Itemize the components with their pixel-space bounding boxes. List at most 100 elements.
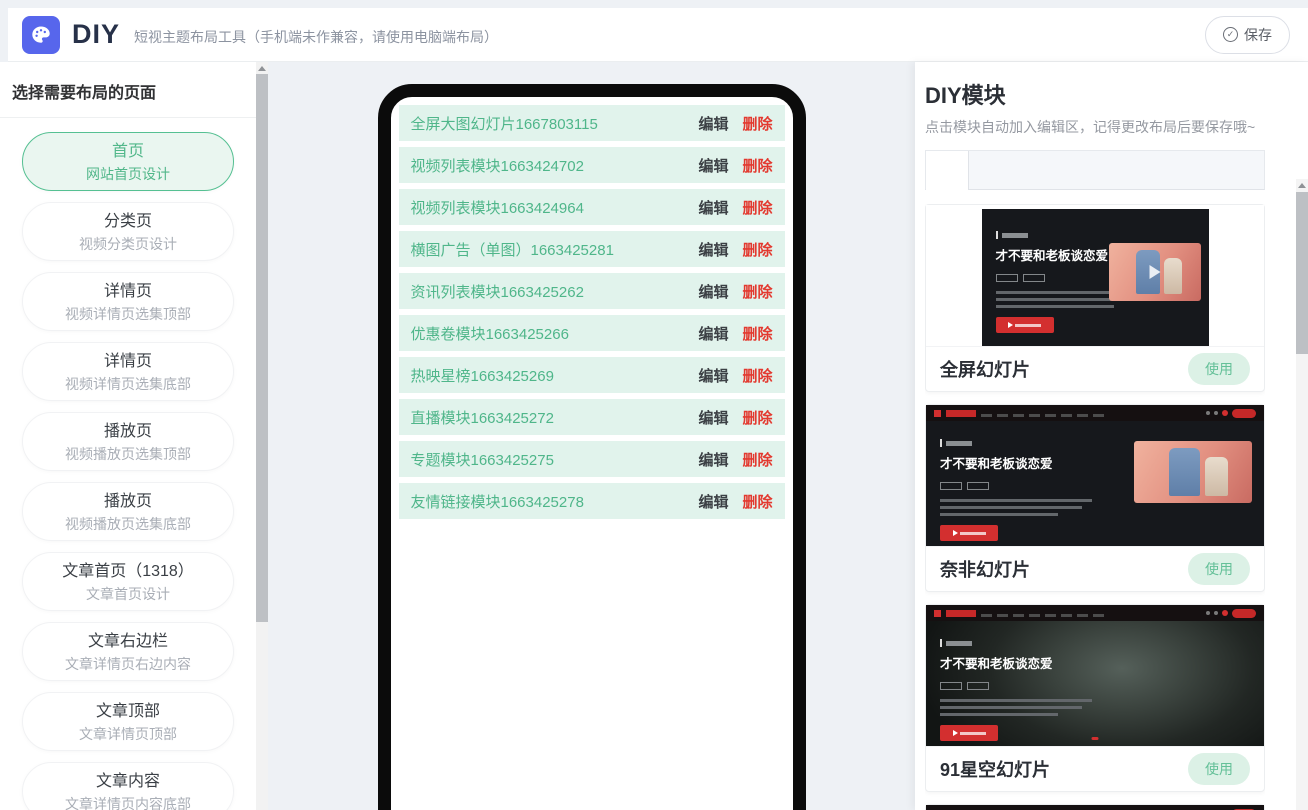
edit-link[interactable]: 编辑: [698, 155, 728, 176]
module-row: 直播模块1663425272 编辑 删除: [398, 399, 785, 435]
tab[interactable]: [1011, 151, 1053, 189]
page-item[interactable]: 播放页 视频播放页选集顶部: [22, 412, 234, 471]
use-button[interactable]: 使用: [1188, 553, 1250, 585]
card-preview: 才不要和老板谈恋爱: [926, 405, 1264, 546]
delete-link[interactable]: 删除: [742, 113, 772, 134]
card-preview: 才不要和老板谈恋爱: [926, 605, 1264, 746]
card-name: 全屏幻灯片: [940, 360, 1030, 380]
delete-link[interactable]: 删除: [742, 365, 772, 386]
scroll-up-arrow-icon[interactable]: [1296, 179, 1308, 191]
delete-link[interactable]: 删除: [742, 281, 772, 302]
play-now-button: [940, 525, 998, 541]
module-name: 专题模块1663425275: [410, 451, 554, 469]
page-item[interactable]: 文章顶部 文章详情页顶部: [22, 692, 234, 751]
preview-navbar: [926, 405, 1264, 421]
module-card[interactable]: 才不要和老板谈恋爱: [925, 404, 1265, 592]
card-name: 奈非幻灯片: [940, 560, 1030, 580]
delete-link[interactable]: 删除: [742, 491, 772, 512]
panel-scrollbar[interactable]: [1296, 179, 1308, 810]
delete-link[interactable]: 删除: [742, 407, 772, 428]
tab[interactable]: [969, 151, 1011, 189]
module-name: 直播模块1663425272: [410, 409, 554, 427]
module-row: 专题模块1663425275 编辑 删除: [398, 441, 785, 477]
edit-link[interactable]: 编辑: [698, 113, 728, 134]
app-subtitle: 短视主题布局工具（手机端未作兼容，请使用电脑端布局）: [134, 28, 499, 45]
delete-link[interactable]: 删除: [742, 239, 772, 260]
page-item-title: 首页: [111, 143, 144, 160]
module-card[interactable]: 才不要和老板谈恋爱: [925, 804, 1265, 810]
edit-link[interactable]: 编辑: [698, 407, 728, 428]
module-list: 全屏大图幻灯片1667803115 编辑 删除 视频列表模块1663424702…: [391, 97, 793, 533]
page-item-subtitle: 文章首页设计: [86, 586, 170, 602]
module-name: 视频列表模块1663424702: [410, 157, 584, 175]
page-item-subtitle: 文章详情页顶部: [79, 726, 177, 742]
module-row: 全屏大图幻灯片1667803115 编辑 删除: [398, 105, 785, 141]
page-item-subtitle: 网站首页设计: [86, 166, 170, 182]
page-item-title: 文章内容: [95, 773, 160, 790]
edit-link[interactable]: 编辑: [698, 323, 728, 344]
tab[interactable]: [926, 151, 969, 190]
page-item[interactable]: 文章内容 文章详情页内容底部: [22, 762, 234, 810]
page-item-title: 文章首页（1318）: [62, 563, 194, 580]
app-title: DIY: [72, 19, 121, 49]
delete-link[interactable]: 删除: [742, 323, 772, 344]
page-item-title: 文章右边栏: [87, 633, 168, 650]
delete-link[interactable]: 删除: [742, 197, 772, 218]
preview-title: 才不要和老板谈恋爱: [940, 657, 1053, 671]
page-item-title: 详情页: [103, 283, 152, 300]
delete-link[interactable]: 删除: [742, 449, 772, 470]
phone-frame: 全屏大图幻灯片1667803115 编辑 删除 视频列表模块1663424702…: [377, 84, 806, 810]
page-item[interactable]: 详情页 视频详情页选集底部: [22, 342, 234, 401]
page-item[interactable]: 分类页 视频分类页设计: [22, 202, 234, 261]
palette-icon: [32, 26, 50, 43]
page-item-subtitle: 视频播放页选集顶部: [65, 446, 191, 462]
preview-thumbnail: [1134, 441, 1252, 503]
card-caption: 奈非幻灯片 使用: [926, 546, 1264, 591]
page-item[interactable]: 首页 网站首页设计: [22, 132, 234, 191]
sidebar-title: 选择需要布局的页面: [0, 62, 256, 118]
use-button[interactable]: 使用: [1188, 353, 1250, 385]
page-item[interactable]: 详情页 视频详情页选集顶部: [22, 272, 234, 331]
panel-scrollbar-thumb[interactable]: [1296, 192, 1308, 354]
scroll-up-arrow-icon[interactable]: [256, 62, 268, 74]
preview-navbar: [926, 805, 1264, 810]
page-item-title: 详情页: [103, 353, 152, 370]
editor-canvas: 全屏大图幻灯片1667803115 编辑 删除 视频列表模块1663424702…: [268, 62, 915, 810]
check-circle-icon: ✓: [1223, 27, 1238, 42]
preview-navbar: [926, 605, 1264, 621]
edit-link[interactable]: 编辑: [698, 281, 728, 302]
delete-link[interactable]: 删除: [742, 155, 772, 176]
page-item[interactable]: 播放页 视频播放页选集底部: [22, 482, 234, 541]
preview-title: 才不要和老板谈恋爱: [940, 457, 1053, 471]
module-name: 优惠卷模块1663425266: [410, 325, 569, 343]
module-name: 全屏大图幻灯片1667803115: [410, 115, 598, 133]
save-button[interactable]: ✓ 保存: [1205, 15, 1290, 54]
edit-link[interactable]: 编辑: [698, 491, 728, 512]
page-item-subtitle: 文章详情页内容底部: [65, 796, 191, 810]
page-item-subtitle: 视频详情页选集底部: [65, 376, 191, 392]
module-name: 视频列表模块1663424964: [410, 199, 584, 217]
edit-link[interactable]: 编辑: [698, 197, 728, 218]
page-item-subtitle: 视频播放页选集底部: [65, 516, 191, 532]
page-item-title: 分类页: [103, 213, 152, 230]
edit-link[interactable]: 编辑: [698, 449, 728, 470]
preview-image: 才不要和老板谈恋爱: [926, 605, 1264, 746]
sidebar-scrollbar[interactable]: [256, 62, 268, 810]
module-row: 优惠卷模块1663425266 编辑 删除: [398, 315, 785, 351]
edit-link[interactable]: 编辑: [698, 365, 728, 386]
edit-link[interactable]: 编辑: [698, 239, 728, 260]
use-button[interactable]: 使用: [1188, 753, 1250, 785]
module-row: 热映星榜1663425269 编辑 删除: [398, 357, 785, 393]
card-caption: 91星空幻灯片 使用: [926, 746, 1264, 791]
page-item[interactable]: 文章首页（1318） 文章首页设计: [22, 552, 234, 611]
module-name: 资讯列表模块1663425262: [410, 283, 584, 301]
card-preview: 才不要和老板谈恋爱: [926, 205, 1264, 346]
module-card[interactable]: 才不要和老板谈恋爱: [925, 204, 1265, 392]
panel-subtitle: 点击模块自动加入编辑区，记得更改布局后要保存哦~: [925, 119, 1256, 135]
module-card[interactable]: 才不要和老板谈恋爱: [925, 604, 1265, 792]
page-item-subtitle: 视频详情页选集顶部: [65, 306, 191, 322]
module-library-panel: DIY模块 点击模块自动加入编辑区，记得更改布局后要保存哦~ 才不要和老板谈恋爱…: [915, 62, 1308, 810]
preview-thumbnail: [1108, 243, 1201, 301]
page-item[interactable]: 文章右边栏 文章详情页右边内容: [22, 622, 234, 681]
sidebar-scrollbar-thumb[interactable]: [256, 74, 268, 622]
